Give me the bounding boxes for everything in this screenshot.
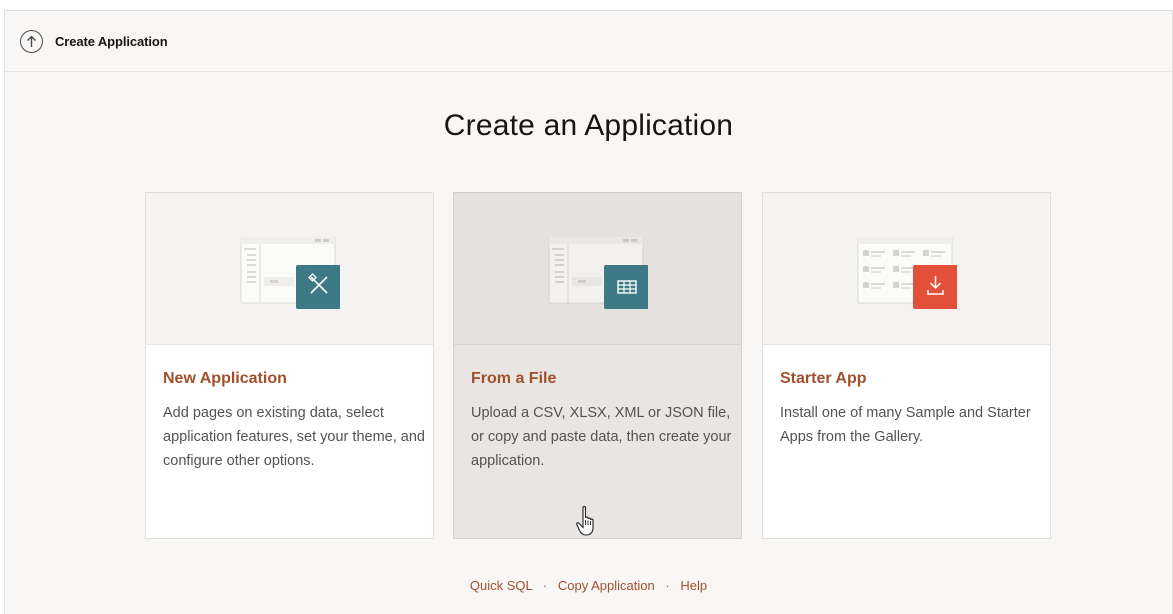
copy-application-link[interactable]: Copy Application (558, 578, 655, 593)
page-header: Create Application (5, 11, 1172, 72)
from-a-file-card[interactable]: From a File Upload a CSV, XLSX, XML or J… (453, 192, 742, 539)
main-heading: Create an Application (443, 109, 734, 142)
card-title: Starter App (780, 370, 867, 387)
card-description: Add pages on existing data, select appli… (163, 405, 425, 469)
card-title: New Application (163, 370, 287, 387)
card-illustration (763, 193, 1050, 345)
card-description: Install one of many Sample and Starter A… (780, 405, 1031, 445)
footer-separator: · (665, 578, 670, 593)
footer-separator: · (542, 578, 548, 593)
app-window-illustration (548, 237, 648, 309)
new-application-card[interactable]: New Application Add pages on existing da… (145, 192, 434, 539)
hand-pointer-cursor-icon (576, 505, 594, 536)
card-description: Upload a CSV, XLSX, XML or JSON file, or… (471, 405, 732, 469)
app-window-illustration (240, 237, 340, 309)
quick-sql-link[interactable]: Quick SQL (470, 578, 532, 593)
card-illustration (454, 193, 741, 345)
footer-links: Quick SQL · Copy Application · Help (5, 578, 1172, 593)
arrow-up-circle-icon[interactable] (20, 29, 43, 53)
gallery-illustration (857, 237, 957, 309)
page-title: Create Application (55, 33, 168, 49)
card-title: From a File (471, 370, 557, 387)
starter-app-card[interactable]: Starter App Install one of many Sample a… (762, 192, 1051, 539)
help-link[interactable]: Help (680, 578, 707, 593)
card-illustration (146, 193, 433, 345)
create-application-page: Create Application Create an Application (4, 10, 1173, 614)
